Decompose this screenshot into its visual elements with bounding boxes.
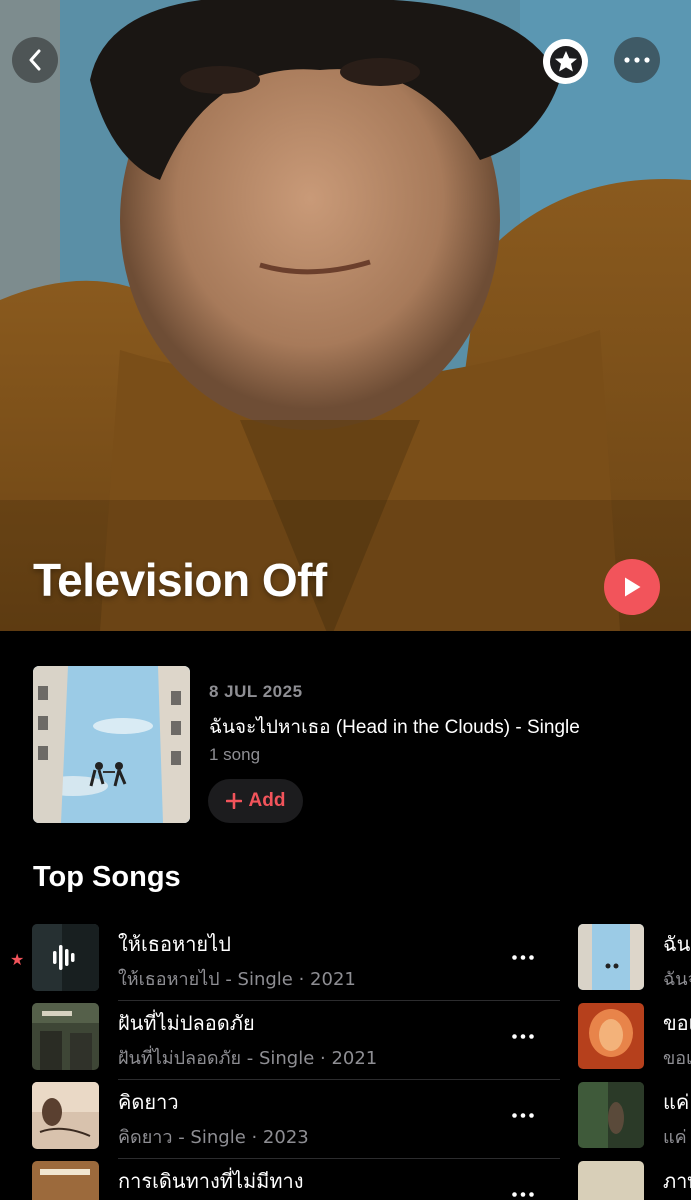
- song-artwork: [32, 1003, 99, 1070]
- song-subtitle: ขอเ: [663, 1048, 691, 1069]
- song-row[interactable]: ฝันที่ไม่ปลอดภัย ฝันที่ไม่ปลอดภัย - Sing…: [0, 1001, 560, 1080]
- song-artwork: [32, 1082, 99, 1149]
- release-title[interactable]: ฉันจะไปหาเธอ (Head in the Clouds) - Sing…: [209, 712, 580, 742]
- song-more-button[interactable]: [508, 1102, 538, 1128]
- ellipsis-icon: [512, 1112, 534, 1118]
- song-subtitle: ฉันจ: [663, 969, 691, 990]
- artist-photo: [0, 0, 691, 631]
- add-button[interactable]: Add: [208, 779, 303, 823]
- song-artwork: [578, 1003, 644, 1069]
- back-button[interactable]: [12, 37, 58, 83]
- song-title: การเดินทางที่ไม่มีทาง: [118, 1169, 304, 1193]
- song-subtitle: แค่: [663, 1127, 687, 1148]
- song-title: ขอเ: [663, 1011, 691, 1035]
- song-title: ฝันที่ไม่ปลอดภัย: [118, 1011, 255, 1035]
- song-row[interactable]: ฉันจ ฉันจ: [578, 922, 691, 1001]
- artist-hero: Television Off: [0, 0, 691, 631]
- song-title: คิดยาว: [118, 1090, 179, 1114]
- top-songs-heading[interactable]: Top Songs: [33, 861, 181, 894]
- song-artwork: [32, 1161, 99, 1200]
- favorite-star-icon: ★: [10, 952, 25, 969]
- more-options-button[interactable]: [614, 37, 660, 83]
- song-title: แค่: [663, 1090, 690, 1114]
- song-subtitle: ให้เธอหายไป - Single · 2021: [118, 969, 356, 990]
- play-button[interactable]: [604, 559, 660, 615]
- song-subtitle: คิดยาว - Single · 2023: [118, 1127, 309, 1148]
- song-title: ให้เธอหายไป: [118, 932, 231, 956]
- song-row[interactable]: ★ ให้เธอหายไป ให้เธอหายไป - Single · 202…: [0, 922, 560, 1001]
- plus-icon: [225, 793, 242, 809]
- song-title: ฉันจ: [663, 932, 691, 956]
- song-row[interactable]: ภาพ: [578, 1159, 691, 1200]
- release-song-count: 1 song: [209, 745, 261, 764]
- ellipsis-icon: [512, 954, 534, 960]
- favorite-button[interactable]: [543, 39, 588, 84]
- song-more-button[interactable]: [508, 1023, 538, 1049]
- star-icon: [549, 45, 582, 78]
- song-more-button[interactable]: [508, 1181, 538, 1200]
- song-row[interactable]: ขอเ ขอเ: [578, 1001, 691, 1080]
- latest-release[interactable]: 8 JUL 2025 ฉันจะไปหาเธอ (Head in the Clo…: [33, 666, 673, 826]
- top-songs-list: ★ ให้เธอหายไป ให้เธอหายไป - Single · 202…: [0, 922, 691, 1200]
- song-artwork: [32, 924, 99, 991]
- song-artwork: [578, 1161, 644, 1200]
- song-more-button[interactable]: [508, 944, 538, 970]
- release-date: 8 JUL 2025: [209, 682, 303, 701]
- song-title: ภาพ: [663, 1169, 691, 1193]
- song-row[interactable]: คิดยาว คิดยาว - Single · 2023: [0, 1080, 560, 1159]
- song-subtitle: ฝันที่ไม่ปลอดภัย - Single · 2021: [118, 1048, 378, 1069]
- artist-name: Television Off: [33, 554, 327, 606]
- ellipsis-icon: [512, 1191, 534, 1197]
- add-button-label: Add: [248, 790, 286, 811]
- song-artwork: [578, 1082, 644, 1148]
- song-artwork: [578, 924, 644, 990]
- song-row[interactable]: การเดินทางที่ไม่มีทาง: [0, 1159, 560, 1200]
- play-icon: [625, 577, 641, 597]
- release-artwork[interactable]: [33, 666, 190, 823]
- chevron-left-icon: [29, 49, 41, 71]
- ellipsis-icon: [512, 1033, 534, 1039]
- ellipsis-icon: [624, 57, 650, 63]
- song-row[interactable]: แค่ แค่: [578, 1080, 691, 1159]
